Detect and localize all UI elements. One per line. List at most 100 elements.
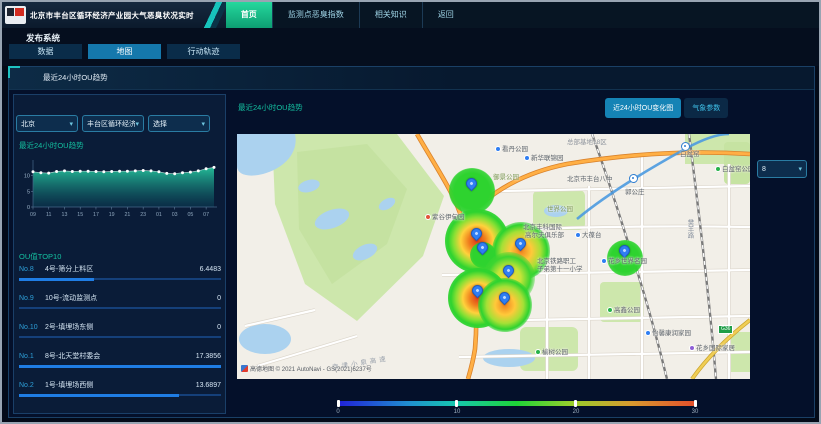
- data-point: [197, 169, 200, 172]
- map-panel-title: 最近24小时OU趋势: [238, 102, 303, 113]
- publish-row: 发布系统 数据地图行动轨迹: [2, 28, 819, 66]
- map-label: 紫谷伊甸园: [425, 214, 465, 221]
- map-label: 花乡国际家居: [689, 345, 735, 352]
- data-point: [87, 170, 90, 173]
- nav-item-1[interactable]: 监测点恶臭指数: [272, 2, 359, 28]
- legend-tick-label: 10: [454, 409, 461, 415]
- tab-2[interactable]: 行动轨迹: [167, 44, 240, 59]
- station-select[interactable]: 8 ▾: [757, 160, 807, 178]
- trend-chart-svg: 0510091113151719212301030507: [16, 153, 220, 223]
- map-label: 看丹公园: [495, 146, 528, 153]
- filter-select-value: 北京: [21, 119, 69, 129]
- station-value: 13.6897: [196, 381, 221, 390]
- amap-logo-icon: [241, 365, 248, 372]
- data-point: [71, 170, 74, 173]
- top-list-item[interactable]: No.910号-流动监测点0: [19, 294, 221, 323]
- filter-select-1[interactable]: 丰台区循环经济产▾: [82, 115, 144, 132]
- top-list-item[interactable]: No.84号-筛分上料区6.4483: [19, 265, 221, 294]
- rank-label: No.8: [19, 265, 45, 274]
- map-label: 北京丰科国际: [523, 224, 562, 231]
- nav-item-3[interactable]: 返回: [422, 2, 469, 28]
- top-list-row: No.102号-填埋场东侧0: [19, 323, 221, 332]
- station-select-wrap: 8 ▾: [757, 160, 807, 178]
- nav-item-0[interactable]: 首页: [226, 2, 272, 28]
- map-button-0[interactable]: 近24小时OU变化图: [605, 98, 681, 118]
- purple-poi-icon: [689, 345, 695, 351]
- chevron-down-icon: ▾: [69, 120, 73, 128]
- header-slash-decoration: [200, 2, 226, 28]
- station-name: 1号-填埋场西侧: [45, 381, 196, 390]
- metro-station-icon[interactable]: [629, 174, 638, 183]
- data-point: [157, 170, 160, 173]
- view-tabs: 数据地图行动轨迹: [9, 44, 240, 59]
- filter-select-2[interactable]: 选择▾: [148, 115, 210, 132]
- svg-text:03: 03: [172, 212, 178, 218]
- data-point: [150, 169, 153, 172]
- top-list-item[interactable]: No.18号-北天堂村委会17.3856: [19, 352, 221, 381]
- map-label: 北京市丰台八中: [567, 176, 613, 183]
- data-point: [173, 172, 176, 175]
- nav-item-2[interactable]: 相关知识: [359, 2, 422, 28]
- station-name: 4号-筛分上料区: [45, 265, 200, 274]
- chevron-down-icon: ▾: [135, 120, 139, 128]
- legend-tick-label: 20: [573, 409, 580, 415]
- filter-select-0[interactable]: 北京▾: [16, 115, 78, 132]
- map-label: 高尔夫俱乐部: [525, 232, 564, 239]
- map-button-1[interactable]: 气象参数: [684, 98, 728, 118]
- svg-text:23: 23: [140, 212, 146, 218]
- data-point: [47, 172, 50, 175]
- svg-text:0: 0: [27, 205, 30, 211]
- data-point: [205, 167, 208, 170]
- svg-text:11: 11: [46, 212, 52, 218]
- top-bar: 北京市丰台区循环经济产业园大气恶臭状况实时 首页监测点恶臭指数相关知识返回: [2, 2, 819, 29]
- data-point: [39, 171, 42, 174]
- station-value: 6.4483: [200, 265, 221, 274]
- bar-track: [19, 307, 221, 309]
- data-point: [181, 171, 184, 174]
- map-label: 郭公庄: [625, 189, 645, 196]
- top-list-item[interactable]: No.21号-填埋场西侧13.6897: [19, 381, 221, 410]
- tab-0[interactable]: 数据: [9, 44, 82, 59]
- app-logo-icon: [5, 6, 26, 24]
- bar-track: [19, 336, 221, 338]
- bar-fill: [19, 365, 221, 368]
- data-point: [165, 172, 168, 175]
- data-point: [102, 170, 105, 173]
- station-value: 0: [217, 323, 221, 332]
- sidebar-panel: 北京▾丰台区循环经济产▾选择▾ 最近24小时OU趋势 0510091113151…: [13, 94, 226, 414]
- red-poi-icon: [425, 214, 431, 220]
- data-point: [134, 169, 137, 172]
- map-label: 花乡世界名园: [601, 258, 647, 265]
- tab-1[interactable]: 地图: [88, 44, 161, 59]
- blue-poi-icon: [601, 258, 607, 264]
- map-label: 大葆台: [575, 232, 602, 239]
- data-point: [118, 170, 121, 173]
- heat-blob: [478, 278, 532, 332]
- heat-blob: [449, 168, 495, 214]
- svg-text:17: 17: [93, 212, 99, 218]
- dashboard: { "header": { "title": "北京市丰台区循环经济产业园大气恶…: [0, 0, 821, 424]
- rank-label: No.10: [19, 323, 45, 332]
- map-attribution: 高德地图 © 2021 AutoNavi - GS(2021)6237号: [241, 364, 372, 373]
- top-list-item[interactable]: No.102号-填埋场东侧0: [19, 323, 221, 352]
- rank-label: No.1: [19, 352, 45, 361]
- svg-text:09: 09: [30, 212, 36, 218]
- top-list-row: No.84号-筛分上料区6.4483: [19, 265, 221, 274]
- map-label: 世界公园: [547, 206, 573, 213]
- blue-poi-icon: [524, 155, 530, 161]
- filter-select-value: 丰台区循环经济产: [87, 119, 135, 129]
- filter-select-value: 选择: [153, 119, 201, 129]
- svg-text:19: 19: [109, 212, 115, 218]
- metro-station-icon[interactable]: [681, 142, 690, 151]
- chevron-down-icon: ▾: [201, 120, 205, 128]
- main-nav: 首页监测点恶臭指数相关知识返回: [226, 2, 819, 28]
- data-point: [63, 169, 66, 172]
- map-label: 榆树公园: [535, 349, 568, 356]
- map-label: 总部基地18区: [567, 139, 607, 146]
- rank-label: No.2: [19, 381, 45, 390]
- highway-badge: G36: [718, 325, 733, 334]
- station-name: 10号-流动监测点: [45, 294, 217, 303]
- map-canvas[interactable]: G36总部基地18区看丹公园新华联锦园御景公园北京市丰台八中郭公庄白盆窑白盆窑公…: [237, 134, 750, 379]
- trend-chart-title: 最近24小时OU趋势: [19, 140, 84, 151]
- top-list-row: No.18号-北天堂村委会17.3856: [19, 352, 221, 361]
